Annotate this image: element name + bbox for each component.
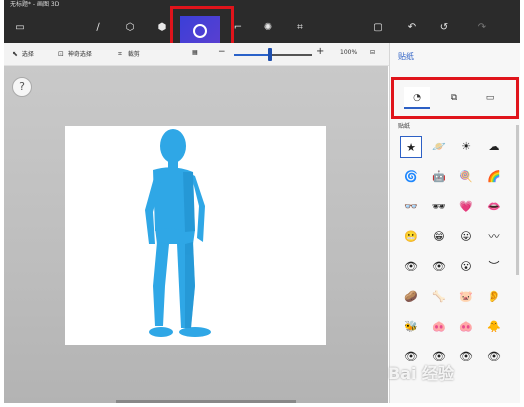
history-icon[interactable]: ↺	[438, 22, 450, 34]
crop-label: 裁剪	[127, 51, 140, 58]
2d-shapes-icon[interactable]: ⬡	[124, 22, 136, 34]
sticker-item[interactable]: ☁	[483, 136, 505, 158]
sticker-item[interactable]: 🌈	[483, 166, 505, 188]
zoom-in-button[interactable]: +	[316, 46, 324, 57]
sticker-item[interactable]: 🐽	[428, 316, 450, 338]
pointer-icon: ⬉	[12, 50, 18, 58]
crop-button[interactable]: ⌗ 裁剪	[118, 49, 140, 59]
crop-icon: ⌗	[118, 50, 122, 58]
canvas-icon[interactable]: ⌗	[294, 22, 306, 34]
select-label: 选择	[21, 51, 34, 58]
sticker-item[interactable]: 🐝	[400, 316, 422, 338]
magic-select-icon: ⊡	[58, 50, 64, 58]
window-title: 无标题* - 画图 3D	[4, 0, 520, 10]
zoom-slider-fill	[234, 54, 270, 56]
sticker-item[interactable]: 👓	[400, 196, 422, 218]
3d-person-model[interactable]	[65, 126, 326, 345]
sticker-item[interactable]: 🪐	[428, 136, 450, 158]
sticker-item[interactable]: 😬	[400, 226, 422, 248]
sticker-item[interactable]: 👁	[455, 346, 477, 368]
effects-icon[interactable]: ✺	[262, 22, 274, 34]
sticker-item[interactable]: 👁	[428, 256, 450, 278]
highlight-box-stickers	[170, 6, 234, 46]
sticker-item[interactable]: ★	[400, 136, 422, 158]
grid-icon[interactable]: ▦	[192, 49, 198, 56]
select-button[interactable]: ⬉ 选择	[12, 49, 34, 58]
sticker-item[interactable]: 🐷	[455, 286, 477, 308]
sticker-item[interactable]: 😮	[455, 256, 477, 278]
canvas-horizontal-scrollbar[interactable]	[116, 400, 296, 403]
watermark: Bai 经验	[388, 364, 455, 383]
sticker-item[interactable]: 😛	[455, 226, 477, 248]
magic-select-button[interactable]: ⊡ 神奇选择	[58, 49, 92, 58]
sticker-item[interactable]: 🤖	[428, 166, 450, 188]
panel-scrollbar[interactable]	[516, 125, 519, 275]
brush-icon[interactable]: ∕	[92, 22, 104, 34]
folder-icon[interactable]: ▭	[14, 22, 26, 34]
help-button[interactable]: ?	[12, 77, 32, 97]
redo-icon[interactable]: ↷	[476, 22, 488, 34]
highlight-box-tabs	[391, 77, 519, 119]
sticker-item[interactable]: ︶	[483, 256, 505, 278]
undo-icon[interactable]: ↶	[406, 22, 418, 34]
sticker-item[interactable]: 〰	[483, 226, 505, 248]
sticker-item[interactable]: 👁	[483, 346, 505, 368]
sticker-item[interactable]: 💗	[455, 196, 477, 218]
zoom-value: 100%	[340, 49, 358, 56]
section-label: 贴纸	[398, 123, 411, 130]
sticker-item[interactable]: 👄	[483, 196, 505, 218]
magic-select-label: 神奇选择	[67, 51, 92, 58]
zoom-out-button[interactable]: −	[218, 47, 226, 57]
sticker-item[interactable]: 👁	[400, 256, 422, 278]
sticker-item[interactable]: 🐽	[455, 316, 477, 338]
sticker-item[interactable]: 🦴	[428, 286, 450, 308]
sticker-item[interactable]: 👂	[483, 286, 505, 308]
sticker-item[interactable]: ☀	[455, 136, 477, 158]
tool-options-bar: ⬉ 选择 ⊡ 神奇选择 ⌗ 裁剪 ▦ − + 100% ⊟	[4, 43, 389, 66]
panel-title: 贴纸	[398, 52, 414, 61]
sticker-item[interactable]: 🍭	[455, 166, 477, 188]
main-ribbon: ▭ ∕ ⬡ ⬢ ⌐ ✺ ⌗ ▢ ↶ ↺ ↷	[4, 10, 520, 46]
3d-objects-icon[interactable]: ⬢	[156, 22, 168, 34]
sticker-item[interactable]: 🌀	[400, 166, 422, 188]
fit-view-icon[interactable]: ⊟	[370, 49, 375, 56]
sticker-item[interactable]: 🥔	[400, 286, 422, 308]
zoom-slider-thumb[interactable]	[267, 48, 272, 61]
sticker-item[interactable]: 🕶	[428, 196, 450, 218]
sticker-item[interactable]: 🐥	[483, 316, 505, 338]
paste-icon[interactable]: ▢	[372, 22, 384, 34]
sticker-item[interactable]: 😁	[428, 226, 450, 248]
drawing-canvas[interactable]	[65, 126, 326, 345]
